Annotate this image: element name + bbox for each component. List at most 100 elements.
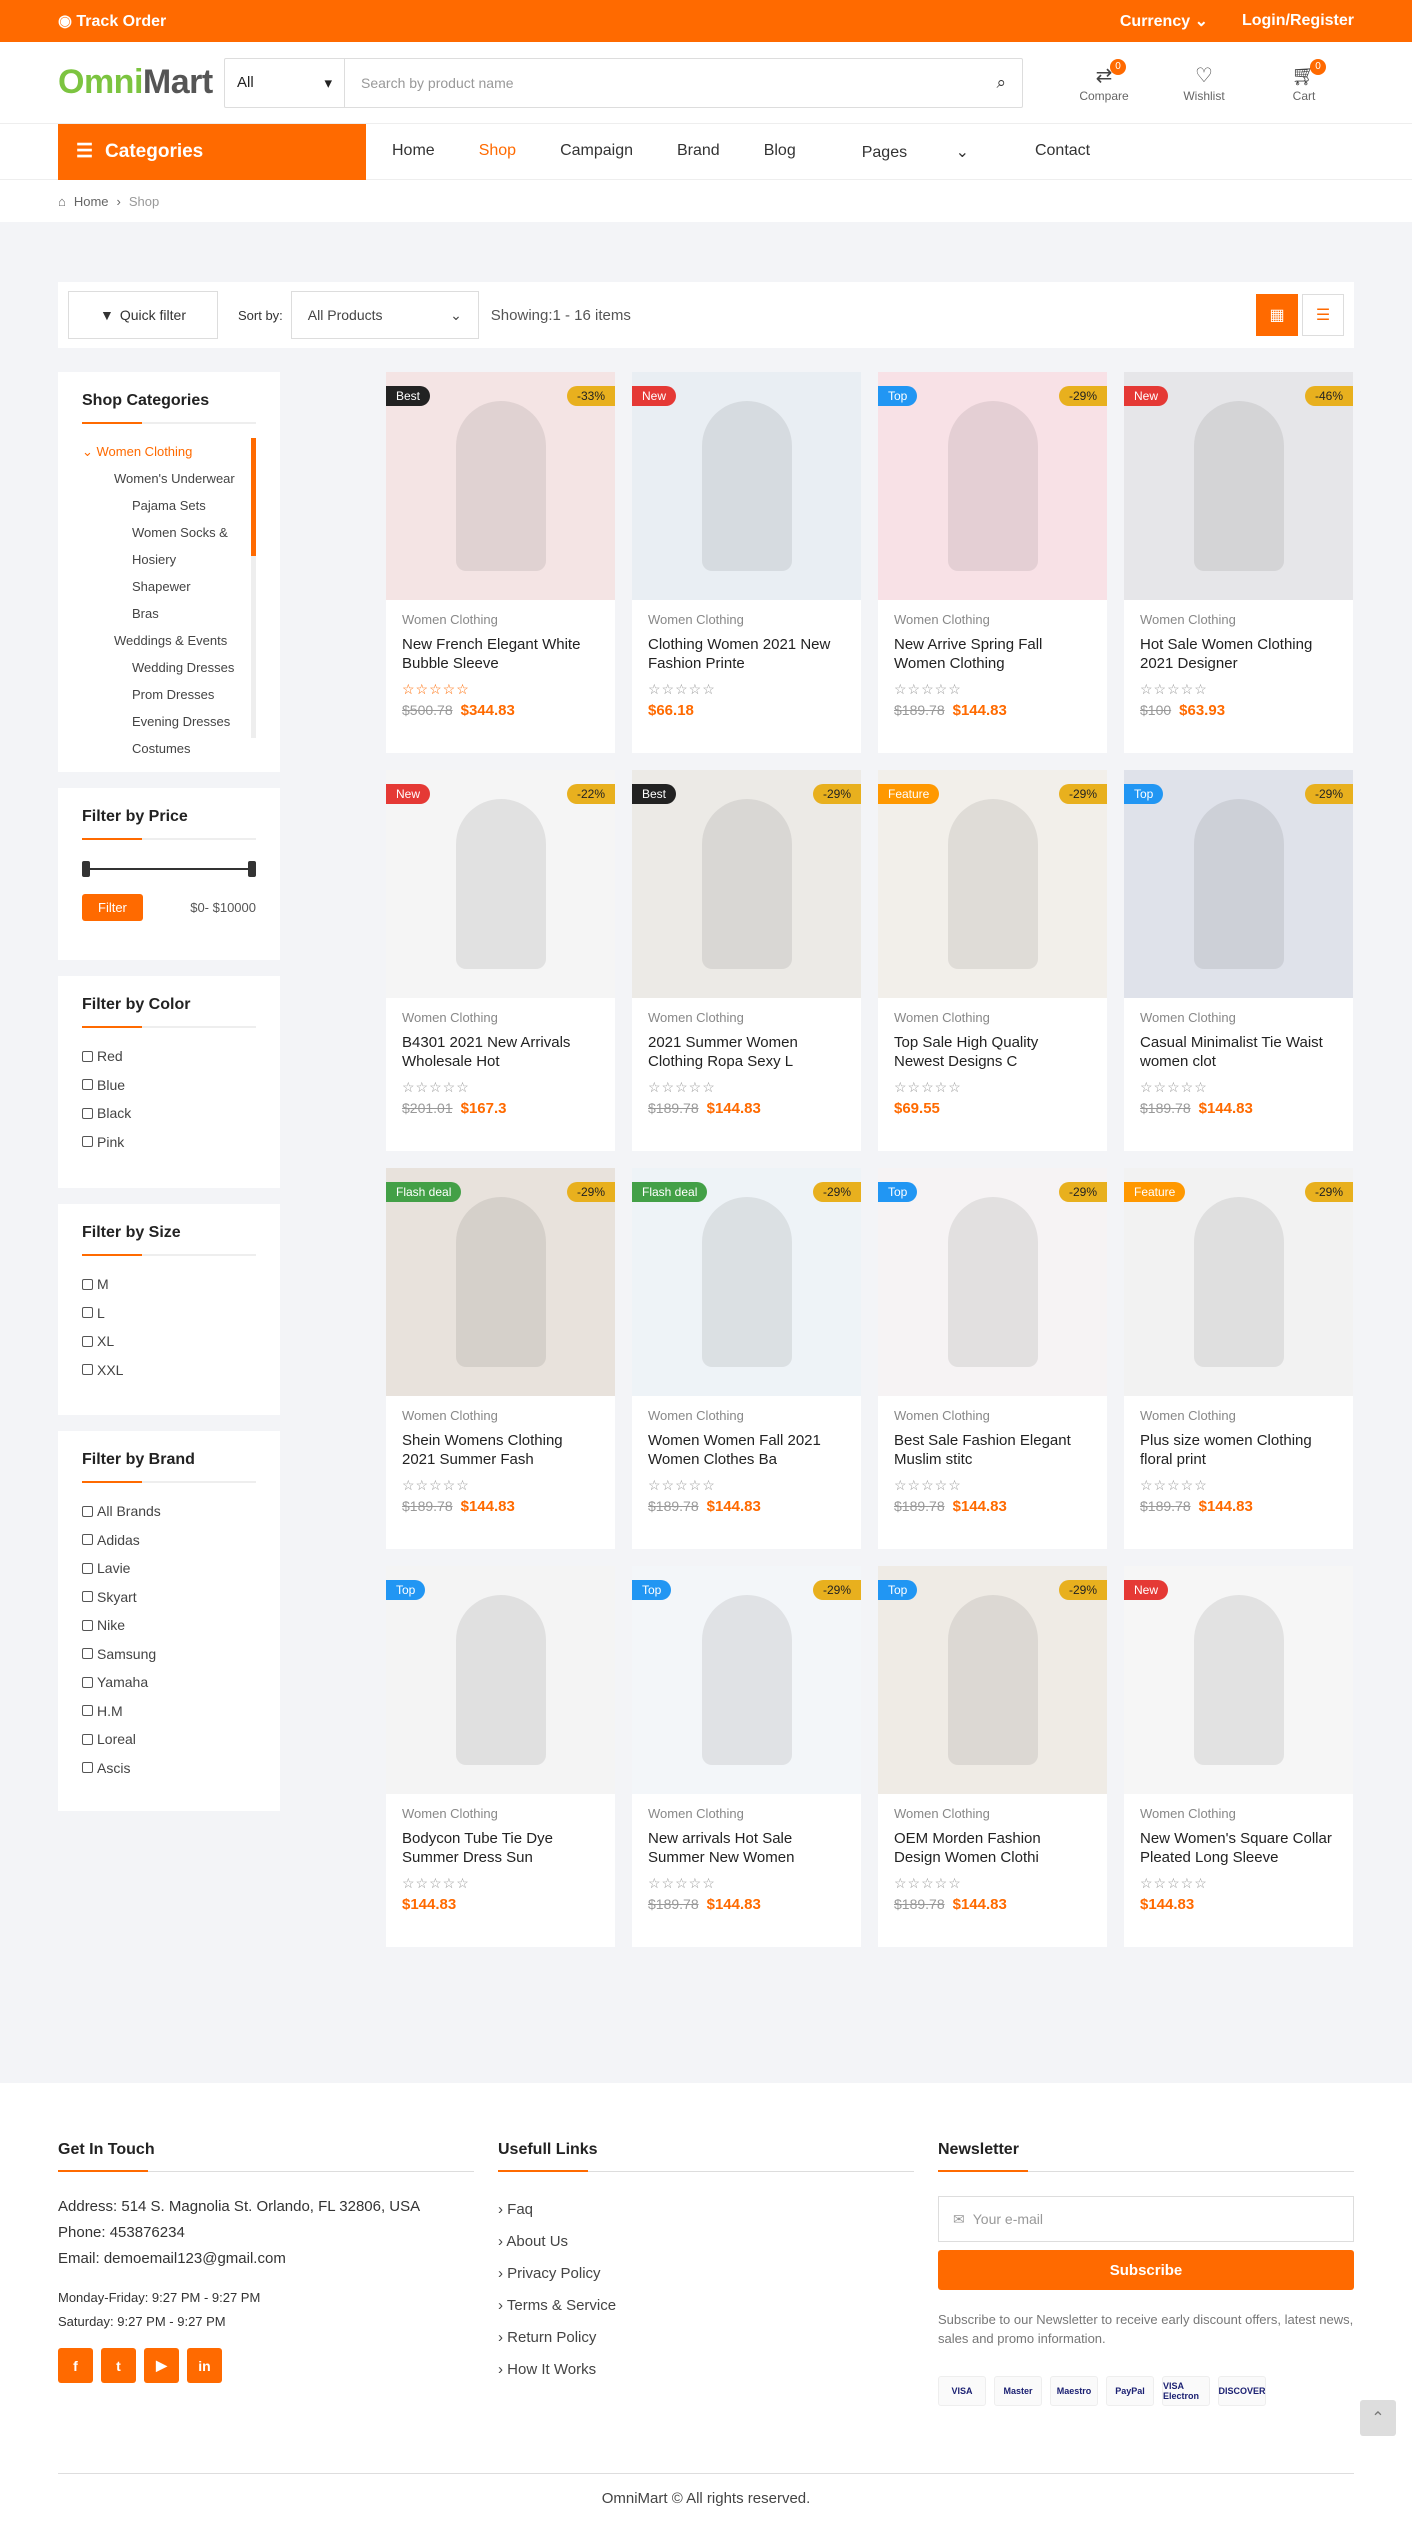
checkbox[interactable]: [82, 1050, 93, 1062]
product-name[interactable]: Best Sale Fashion Elegant Muslim stitc: [894, 1431, 1091, 1469]
product-name[interactable]: New Arrive Spring Fall Women Clothing: [894, 635, 1091, 673]
brand-option[interactable]: Skyart: [82, 1583, 256, 1612]
checkbox[interactable]: [82, 1505, 93, 1517]
category-item[interactable]: Weddings & Events: [82, 627, 256, 654]
list-view-button[interactable]: ☰: [1302, 294, 1344, 336]
product-card[interactable]: Feature -29% Women Clothing Plus size women…: [1124, 1168, 1353, 1549]
product-image[interactable]: Top -29%: [878, 1168, 1107, 1396]
product-name[interactable]: New arrivals Hot Sale Summer New Women: [648, 1829, 845, 1867]
product-image[interactable]: New: [632, 372, 861, 600]
nav-blog[interactable]: Blog: [742, 142, 818, 162]
scroll-to-top-button[interactable]: ⌃: [1360, 2400, 1396, 2436]
checkbox[interactable]: [82, 1705, 93, 1717]
product-image[interactable]: Feature -29%: [878, 770, 1107, 998]
brand-option[interactable]: Nike: [82, 1611, 256, 1640]
footer-link[interactable]: › Privacy Policy: [498, 2258, 914, 2290]
footer-link[interactable]: › Return Policy: [498, 2322, 914, 2354]
product-card[interactable]: Best -33% Women Clothing New French Elegant…: [386, 372, 615, 753]
nav-shop[interactable]: Shop: [457, 142, 538, 162]
product-category[interactable]: Women Clothing: [402, 1010, 599, 1025]
checkbox[interactable]: [82, 1648, 93, 1660]
footer-link[interactable]: › How It Works: [498, 2354, 914, 2386]
product-card[interactable]: Top -29% Women Clothing Casual Minimalist T…: [1124, 770, 1353, 1151]
color-option-red[interactable]: Red: [82, 1042, 256, 1071]
product-card[interactable]: Flash deal -29% Women Clothing Shein Womens…: [386, 1168, 615, 1549]
product-category[interactable]: Women Clothing: [402, 1806, 599, 1821]
checkbox[interactable]: [82, 1364, 93, 1376]
brand-option[interactable]: Samsung: [82, 1640, 256, 1669]
product-card[interactable]: New Women Clothing New Women's Square Coll…: [1124, 1566, 1353, 1947]
color-option-blue[interactable]: Blue: [82, 1071, 256, 1100]
product-name[interactable]: New Women's Square Collar Pleated Long S…: [1140, 1829, 1337, 1867]
category-women-clothing[interactable]: ⌄ Women Clothing: [82, 438, 256, 465]
product-image[interactable]: New -22%: [386, 770, 615, 998]
category-item[interactable]: Pajama Sets: [82, 492, 256, 519]
product-name[interactable]: New French Elegant White Bubble Sleeve: [402, 635, 599, 673]
cart-button[interactable]: 🛒︎ 0 Cart: [1254, 58, 1354, 103]
checkbox[interactable]: [82, 1335, 93, 1347]
product-image[interactable]: Top -29%: [1124, 770, 1353, 998]
product-card[interactable]: Top Women Clothing Bodycon Tube Tie Dye Su…: [386, 1566, 615, 1947]
category-item[interactable]: Shapewer: [82, 573, 256, 600]
product-name[interactable]: Hot Sale Women Clothing 2021 Designer: [1140, 635, 1337, 673]
product-image[interactable]: Top -29%: [632, 1566, 861, 1794]
currency-dropdown[interactable]: Currency ⌄: [1120, 11, 1208, 31]
size-option-xxl[interactable]: XXL: [82, 1356, 256, 1385]
size-option-m[interactable]: M: [82, 1270, 256, 1299]
product-category[interactable]: Women Clothing: [1140, 1408, 1337, 1423]
scrollbar-thumb[interactable]: [251, 438, 256, 556]
product-category[interactable]: Women Clothing: [894, 1010, 1091, 1025]
nav-brand[interactable]: Brand: [655, 142, 742, 162]
brand-option[interactable]: All Brands: [82, 1497, 256, 1526]
grid-view-button[interactable]: ▦: [1256, 294, 1298, 336]
category-item[interactable]: Wedding Dresses: [82, 654, 256, 681]
product-name[interactable]: Women Women Fall 2021 Women Clothes Ba: [648, 1431, 845, 1469]
facebook-icon[interactable]: f: [58, 2348, 93, 2383]
product-name[interactable]: OEM Morden Fashion Design Women Clothi: [894, 1829, 1091, 1867]
nav-pages[interactable]: Pages ⌄: [818, 142, 1013, 162]
product-category[interactable]: Women Clothing: [1140, 1010, 1337, 1025]
checkbox[interactable]: [82, 1278, 93, 1290]
product-category[interactable]: Women Clothing: [402, 1408, 599, 1423]
product-card[interactable]: Best -29% Women Clothing 2021 Summer Women …: [632, 770, 861, 1151]
footer-link[interactable]: › Terms & Service: [498, 2290, 914, 2322]
product-card[interactable]: Top -29% Women Clothing Best Sale Fashion E…: [878, 1168, 1107, 1549]
product-name[interactable]: Casual Minimalist Tie Waist women clot: [1140, 1033, 1337, 1071]
nav-home[interactable]: Home: [370, 142, 457, 162]
product-card[interactable]: Feature -29% Women Clothing Top Sale High Q…: [878, 770, 1107, 1151]
product-name[interactable]: Top Sale High Quality Newest Designs C: [894, 1033, 1091, 1071]
product-name[interactable]: Clothing Women 2021 New Fashion Printe: [648, 635, 845, 673]
product-image[interactable]: Feature -29%: [1124, 1168, 1353, 1396]
brand-option[interactable]: Adidas: [82, 1526, 256, 1555]
product-image[interactable]: Top: [386, 1566, 615, 1794]
product-name[interactable]: Shein Womens Clothing 2021 Summer Fash: [402, 1431, 599, 1469]
range-min-handle[interactable]: [82, 861, 90, 877]
categories-button[interactable]: ☰ Categories: [58, 123, 366, 180]
brand-option[interactable]: H.M: [82, 1697, 256, 1726]
category-scrollbar[interactable]: [251, 438, 256, 738]
linkedin-icon[interactable]: in: [187, 2348, 222, 2383]
compare-button[interactable]: ⇄ 0 Compare: [1054, 58, 1154, 103]
footer-link[interactable]: › Faq: [498, 2194, 914, 2226]
logo[interactable]: OmniMart: [58, 63, 224, 102]
product-card[interactable]: Top -29% Women Clothing New arrivals Hot Sa…: [632, 1566, 861, 1947]
checkbox[interactable]: [82, 1107, 93, 1119]
track-order-link[interactable]: ◉ Track Order: [58, 11, 166, 31]
product-category[interactable]: Women Clothing: [1140, 1806, 1337, 1821]
category-item[interactable]: Women's Underwear: [82, 465, 256, 492]
product-name[interactable]: B4301 2021 New Arrivals Wholesale Hot: [402, 1033, 599, 1071]
product-category[interactable]: Women Clothing: [894, 612, 1091, 627]
product-image[interactable]: Flash deal -29%: [632, 1168, 861, 1396]
brand-option[interactable]: Loreal: [82, 1725, 256, 1754]
product-category[interactable]: Women Clothing: [648, 612, 845, 627]
nav-campaign[interactable]: Campaign: [538, 142, 655, 162]
range-max-handle[interactable]: [248, 861, 256, 877]
product-category[interactable]: Women Clothing: [648, 1010, 845, 1025]
quick-filter-button[interactable]: ▼ Quick filter: [68, 291, 218, 339]
size-option-l[interactable]: L: [82, 1299, 256, 1328]
checkbox[interactable]: [82, 1079, 93, 1091]
product-category[interactable]: Women Clothing: [648, 1408, 845, 1423]
product-category[interactable]: Women Clothing: [648, 1806, 845, 1821]
product-image[interactable]: Flash deal -29%: [386, 1168, 615, 1396]
wishlist-button[interactable]: ♡ Wishlist: [1154, 63, 1254, 103]
